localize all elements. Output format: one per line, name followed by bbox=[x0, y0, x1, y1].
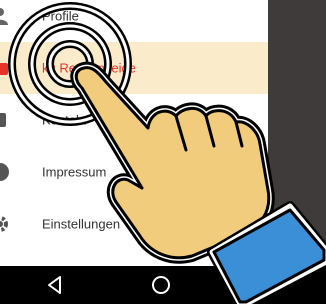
scale-icon bbox=[0, 63, 8, 75]
drawer-item-kontakt[interactable]: Kontakt bbox=[0, 94, 268, 146]
drawer-item-label: kg Rest Anzeige bbox=[42, 60, 136, 76]
drawer-item-profile[interactable]: Profile bbox=[0, 0, 268, 42]
contact-icon bbox=[0, 113, 6, 127]
home-icon[interactable] bbox=[150, 274, 172, 296]
navigation-drawer: Profile kg Rest Anzeige Kontakt Impressu… bbox=[0, 0, 268, 266]
back-icon[interactable] bbox=[44, 274, 66, 296]
drawer-item-impressum[interactable]: Impressum bbox=[0, 146, 268, 198]
gear-icon bbox=[0, 216, 8, 232]
info-icon bbox=[0, 163, 9, 181]
drawer-item-label: Kontakt bbox=[42, 112, 87, 128]
profile-icon bbox=[0, 8, 8, 25]
recents-icon[interactable] bbox=[256, 274, 278, 296]
drawer-item-label: Profile bbox=[42, 8, 79, 24]
drawer-item-kg-rest-anzeige[interactable]: kg Rest Anzeige bbox=[0, 42, 268, 94]
drawer-item-einstellungen[interactable]: Einstellungen bbox=[0, 198, 268, 250]
drawer-item-label: Einstellungen bbox=[42, 216, 121, 232]
drawer-item-label: Impressum bbox=[42, 164, 107, 180]
system-navigation-bar bbox=[0, 266, 326, 304]
